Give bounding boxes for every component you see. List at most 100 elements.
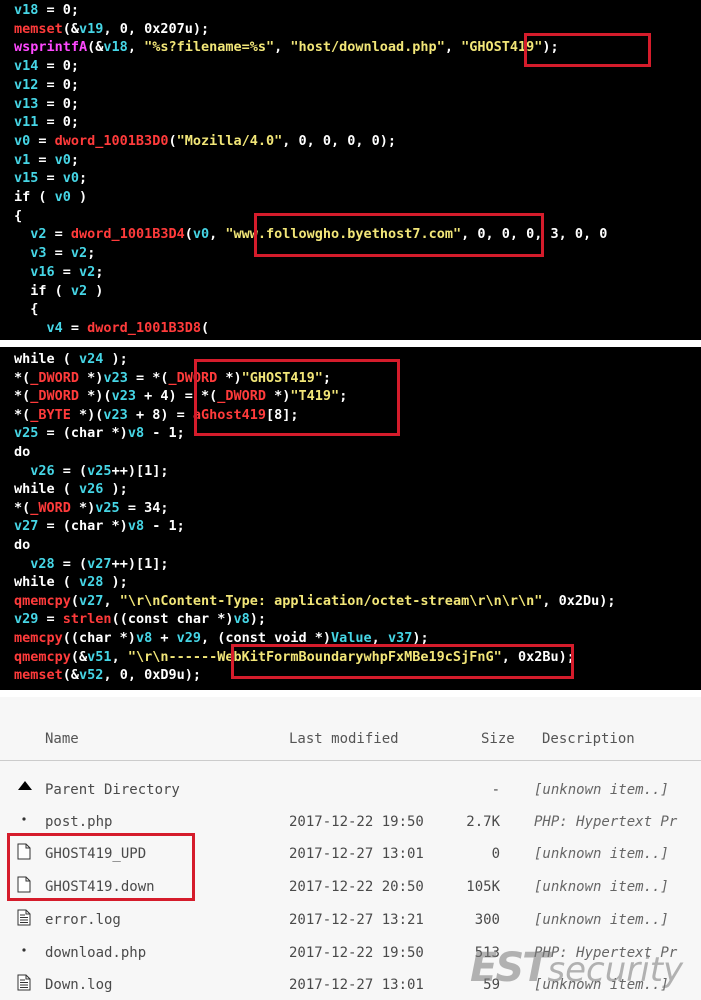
code-token: v29 (14, 611, 39, 628)
column-header-size[interactable]: Size (481, 730, 515, 748)
code-token: = *( (127, 369, 169, 386)
file-name-link[interactable]: download.php (45, 944, 146, 962)
code-token: ++)[1]; (111, 555, 169, 572)
code-token: (& (70, 648, 88, 665)
code-token: do (14, 444, 31, 460)
code-token: , (111, 648, 128, 665)
file-size: 2.7K (466, 814, 500, 830)
code-token: v0 (54, 189, 71, 205)
file-name-link[interactable]: error.log (45, 911, 121, 929)
code-token: = 0; (38, 76, 80, 93)
code-token: v0 (192, 226, 210, 243)
code-line: while ( v28 ); (14, 573, 128, 592)
code-token: dword_1001B3D0 (54, 132, 169, 149)
code-token: = 0; (38, 114, 80, 131)
code-token: ); (103, 481, 128, 498)
code-token: *) (103, 425, 128, 442)
file-modified: 2017-12-22 19:50 (289, 814, 424, 830)
code-token: ((const char *) (111, 611, 234, 628)
code-token: v14 (14, 58, 39, 75)
file-size: - (491, 782, 500, 798)
code-token: { (14, 301, 39, 318)
column-header-last-modified[interactable]: Last modified (289, 730, 399, 748)
file-name-link[interactable]: Down.log (45, 976, 112, 994)
code-token: v11 (14, 114, 39, 131)
code-token: ; (95, 263, 104, 280)
code-token: , (444, 39, 462, 56)
code-token: "host/download.php" (290, 39, 445, 56)
code-token: do (14, 537, 31, 553)
file-modified: 2017-12-27 13:21 (289, 912, 424, 928)
code-token: _DWORD (30, 369, 80, 386)
file-description: PHP: Hypertext Pr (534, 814, 678, 830)
code-token: v0 (62, 170, 80, 187)
code-line: do (14, 443, 30, 462)
code-token: = ( (54, 462, 88, 479)
code-token: ( (168, 132, 177, 149)
column-header-name[interactable]: Name (45, 730, 79, 748)
code-token: *)( (70, 406, 104, 423)
code-token: memset (14, 667, 63, 684)
code-token: if ( (14, 282, 71, 299)
code-token: *)( (79, 388, 112, 405)
code-token: v27 (79, 592, 104, 609)
code-token: v18 (14, 2, 39, 18)
code-token: = (30, 132, 55, 149)
code-token: wsprintfA (14, 39, 88, 56)
code-token: v12 (14, 76, 39, 93)
code-token: ); (103, 574, 128, 591)
code-line: v13 = 0; (14, 95, 79, 114)
code-token: = ( (38, 425, 71, 442)
code-line: v4 = dword_1001B3D8( (14, 319, 210, 338)
code-token: = (38, 170, 63, 187)
code-token: = (46, 245, 71, 262)
code-token: , (103, 592, 120, 609)
code-line: v0 = dword_1001B3D0("Mozilla/4.0", 0, 0,… (14, 132, 396, 151)
code-line: v28 = (v27++)[1]; (14, 555, 168, 574)
code-token: v26 (79, 481, 104, 498)
code-token: v2 (70, 282, 88, 299)
code-token: + (152, 630, 177, 646)
file-modified: 2017-12-22 20:50 (289, 879, 424, 895)
parent-directory-icon (17, 779, 32, 796)
code-token: = 34; (119, 499, 169, 516)
file-name-link[interactable]: Parent Directory (45, 781, 180, 799)
code-token: ; (70, 151, 80, 168)
code-token: ) (70, 189, 88, 205)
code-token: while ( (14, 351, 80, 367)
code-token: v3 (30, 245, 47, 262)
code-line: v29 = strlen((const char *)v8); (14, 610, 266, 629)
code-line: memset(&v52, 0, 0xD9u); (14, 666, 201, 685)
code-token: v8 (127, 518, 145, 535)
code-token: ++)[1]; (111, 462, 169, 479)
estsecurity-watermark-logo: ESTsecurity (470, 945, 684, 991)
code-token: ); (249, 611, 267, 628)
code-token: v15 (14, 170, 39, 187)
text-file-icon (17, 909, 31, 926)
code-token: v51 (87, 648, 112, 665)
column-header-description[interactable]: Description (542, 730, 635, 748)
code-token: ) (87, 282, 104, 299)
code-panel-decompiled-2: while ( v24 ); *(_DWORD *)v23 = *(_DWORD … (0, 347, 701, 690)
code-line: do (14, 536, 30, 555)
code-line: wsprintfA(&v18, "%s?filename=%s", "host/… (14, 38, 559, 57)
highlight-box-ghost419 (524, 33, 651, 67)
file-modified: 2017-12-22 19:50 (289, 945, 424, 961)
code-token: v23 (103, 406, 128, 423)
code-line: v14 = 0; (14, 57, 79, 76)
code-token: , 0, 0xD9u); (103, 667, 201, 684)
code-token: v24 (79, 351, 104, 367)
highlight-box-boundary (231, 644, 574, 679)
file-name-link[interactable]: post.php (45, 813, 112, 831)
header-divider (0, 760, 701, 761)
code-token: while ( (14, 481, 80, 498)
code-token: v19 (79, 20, 104, 37)
file-description: [unknown item..] (534, 879, 669, 895)
code-token: ((char *) (62, 630, 136, 646)
dot-icon (17, 811, 31, 828)
code-panel-decompiled-1: v18 = 0; memset(&v19, 0, 0x207u); wsprintf… (0, 0, 701, 340)
